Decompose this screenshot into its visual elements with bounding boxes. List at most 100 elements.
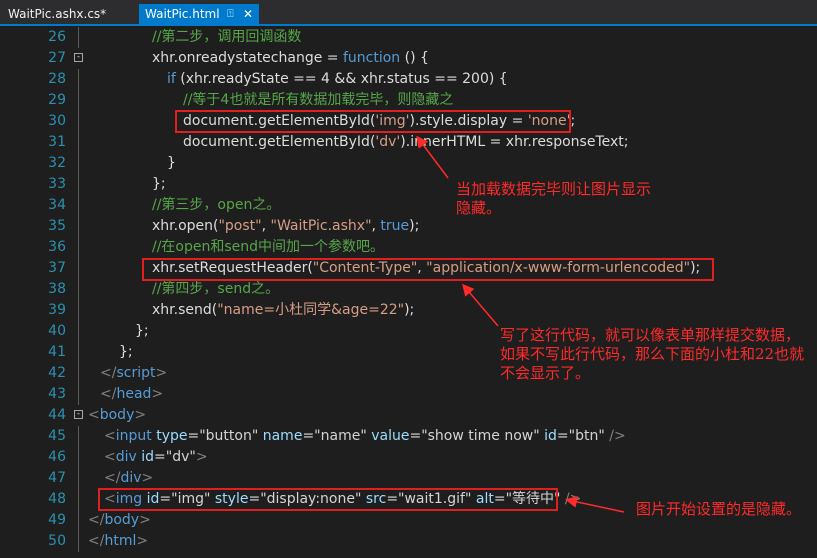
code-line[interactable]: 29 //等于4也就是所有数据加载完毕，则隐藏之 (0, 90, 817, 111)
code-line[interactable]: 32} (0, 153, 817, 174)
code-line[interactable]: 38 //第四步，send之。 (0, 279, 817, 300)
code-line[interactable]: 35 xhr.open("post", "WaitPic.ashx", true)… (0, 216, 817, 237)
code-token: > (136, 533, 149, 549)
code-text: }; (119, 342, 133, 363)
line-number: 43 (48, 386, 66, 402)
code-editor[interactable]: 26 //第二步，调用回调函数 27- xhr.onreadystatechange … (0, 26, 817, 558)
code-line[interactable]: 31 document.getElementById('dv').innerHTM… (0, 132, 817, 153)
fold-guide (78, 111, 79, 132)
code-line[interactable]: 45 <input type="button" name="name" value… (0, 426, 817, 447)
line-number: 26 (48, 29, 66, 45)
tab-waitpic-ashx-cs[interactable]: WaitPic.ashx.cs* (2, 4, 134, 24)
code-token: value (371, 428, 410, 444)
code-line[interactable]: 46 <div id="dv"> (0, 447, 817, 468)
code-token: //第三步，open之。 (152, 197, 281, 213)
line-number: 46 (48, 449, 66, 465)
line-number: 42 (48, 365, 66, 381)
highlight-box-line-30 (175, 110, 571, 133)
line-number: 28 (48, 71, 66, 87)
code-token: true (380, 218, 410, 234)
code-token: = (302, 428, 315, 444)
code-token: if (167, 71, 176, 87)
line-number: 50 (48, 533, 66, 549)
code-token: </ (104, 470, 121, 486)
code-token: body (99, 407, 135, 423)
code-token: //等于4也就是所有数据加载完毕，则隐藏之 (183, 92, 454, 108)
code-text: } (167, 153, 176, 174)
code-token: "WaitPic.ashx" (270, 218, 372, 234)
code-token: head (116, 386, 152, 402)
line-number: 29 (48, 92, 66, 108)
line-number: 36 (48, 239, 66, 255)
code-token: = (409, 428, 422, 444)
code-token: < (88, 407, 100, 423)
fold-guide (78, 279, 79, 300)
code-text: </body> (88, 510, 151, 531)
code-text: if (xhr.readyState == 4 && xhr.status ==… (167, 69, 508, 90)
tab-waitpic-html[interactable]: WaitPic.html ⍐ ✕ (139, 4, 259, 24)
code-token: "show time now" (421, 428, 540, 444)
code-token: > (195, 449, 208, 465)
code-text: //在open和send中间加一个参数吧。 (152, 237, 384, 258)
code-token: = (154, 449, 166, 465)
code-token: }; (135, 323, 149, 339)
line-number: 30 (48, 113, 66, 129)
tab-label: WaitPic.ashx.cs* (8, 7, 107, 21)
line-number: 39 (48, 302, 66, 318)
code-text: </head> (100, 384, 163, 405)
code-token: "name=小杜同学&age=22" (217, 302, 405, 318)
fold-guide (78, 174, 79, 195)
line-number: 31 (48, 134, 66, 150)
code-token: </ (100, 386, 117, 402)
line-number: 48 (48, 491, 66, 507)
code-line[interactable]: 39 xhr.send("name=小杜同学&age=22"); (0, 300, 817, 321)
fold-guide (78, 153, 79, 174)
code-token: /> (564, 491, 582, 507)
fold-guide (78, 27, 79, 48)
code-token: "btn" (568, 428, 605, 444)
code-text: </div> (104, 468, 153, 489)
code-token: (xhr.readyState == 4 && xhr.status == 20… (175, 71, 508, 87)
code-text: //第二步，调用回调函数 (152, 27, 301, 48)
code-token: </ (88, 512, 105, 528)
code-token: 'dv' (375, 134, 401, 150)
code-line[interactable]: 44- <body> (0, 405, 817, 426)
code-text: <input type="button" name="name" value="… (104, 426, 626, 447)
code-line[interactable]: 36 //在open和send中间加一个参数吧。 (0, 237, 817, 258)
code-line[interactable]: 50 </html> (0, 531, 817, 552)
code-text: xhr.send("name=小杜同学&age=22"); (152, 300, 414, 321)
fold-guide (78, 384, 79, 405)
code-token: script (116, 365, 156, 381)
fold-guide (78, 195, 79, 216)
code-line[interactable]: 47 </div> (0, 468, 817, 489)
fold-guide (78, 258, 79, 279)
code-line[interactable]: 43 </head> (0, 384, 817, 405)
tab-label: WaitPic.html (145, 7, 220, 21)
code-text: <div id="dv"> (104, 447, 208, 468)
fold-guide (78, 90, 79, 111)
line-number: 40 (48, 323, 66, 339)
code-token: () { (400, 50, 429, 66)
code-text: //等于4也就是所有数据加载完毕，则隐藏之 (183, 90, 453, 111)
code-text: }; (135, 321, 149, 342)
fold-guide (78, 132, 79, 153)
code-line[interactable]: 28 if (xhr.readyState == 4 && xhr.status … (0, 69, 817, 90)
code-token: > (134, 407, 147, 423)
fold-guide (78, 426, 79, 447)
code-line[interactable]: 27- xhr.onreadystatechange = function () … (0, 48, 817, 69)
code-text: xhr.open("post", "WaitPic.ashx", true); (152, 216, 419, 237)
close-icon[interactable]: ✕ (243, 4, 253, 24)
code-line[interactable]: 34 //第三步，open之。 (0, 195, 817, 216)
fold-guide (78, 531, 79, 552)
collapse-icon[interactable]: - (74, 53, 83, 62)
code-text: document.getElementById('dv').innerHTML … (183, 132, 629, 153)
annotation-hide-image: 当加载数据完毕则让图片显示隐藏。 (456, 180, 652, 217)
line-number: 38 (48, 281, 66, 297)
line-number: 45 (48, 428, 66, 444)
code-token: } (167, 155, 176, 171)
collapse-icon[interactable]: - (74, 410, 83, 419)
code-line[interactable]: 33}; (0, 174, 817, 195)
code-token: function (342, 50, 401, 66)
pin-icon[interactable]: ⍐ (227, 4, 234, 24)
code-line[interactable]: 26 //第二步，调用回调函数 (0, 27, 817, 48)
